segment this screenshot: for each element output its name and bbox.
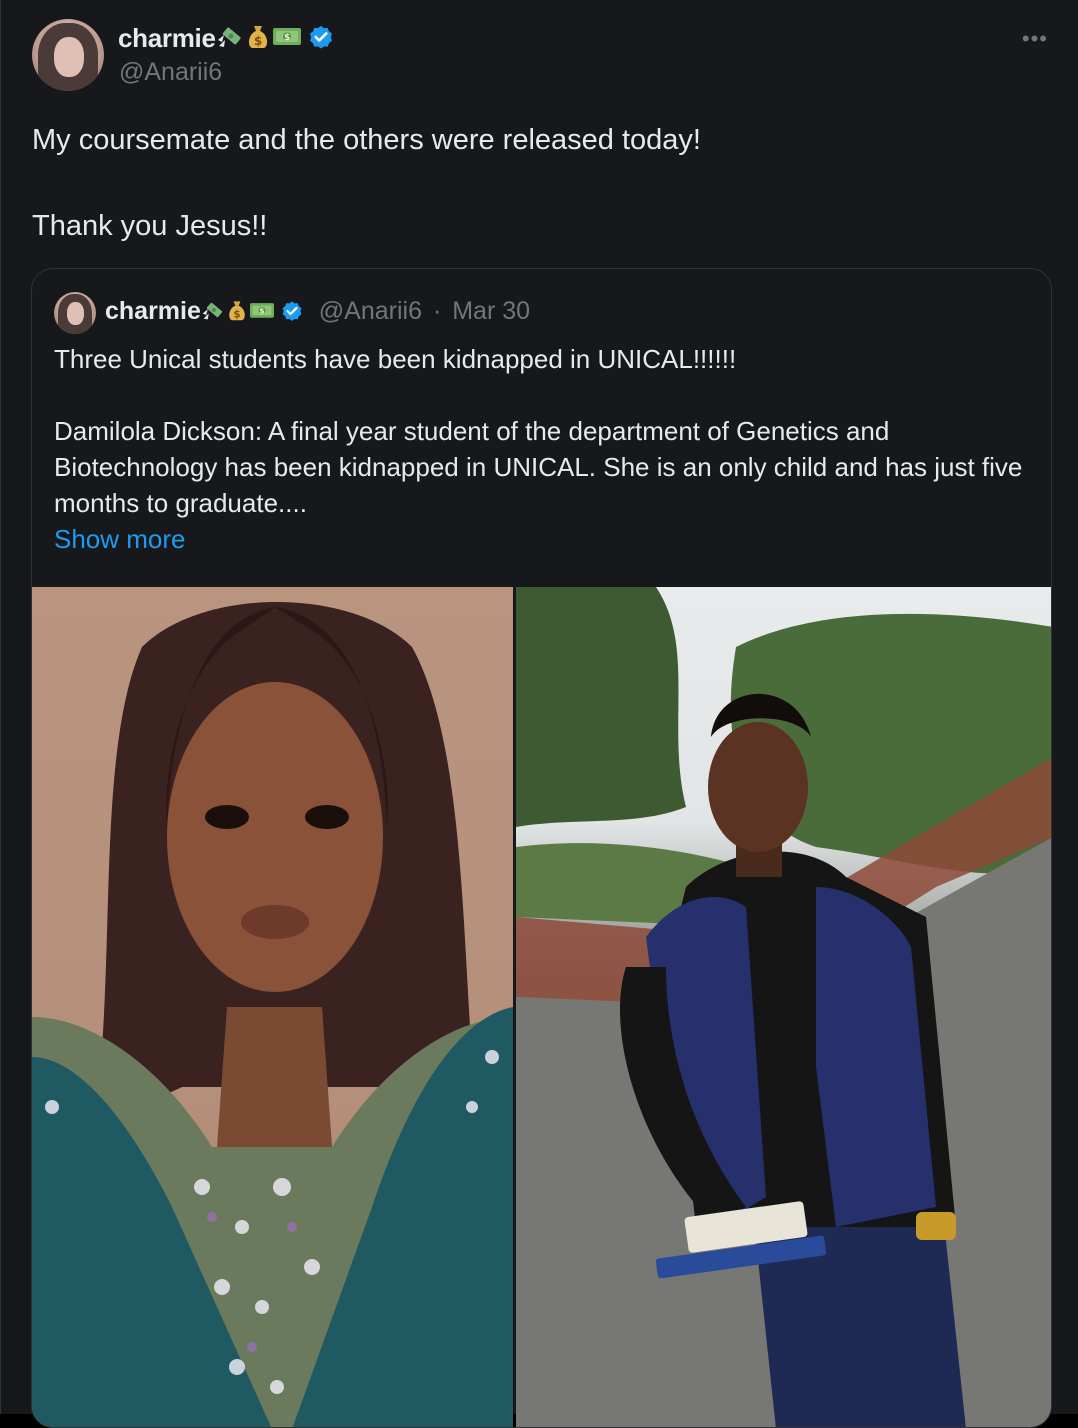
quoted-tweet[interactable]: charmie $ $ @Anarii6 · Mar 30 Three Unic… — [31, 268, 1052, 1428]
quote-display-name[interactable]: charmie — [105, 297, 201, 325]
quote-handle[interactable]: @Anarii6 — [319, 297, 422, 325]
quote-header: charmie $ $ @Anarii6 · Mar 30 — [105, 297, 530, 330]
svg-text:$: $ — [233, 309, 240, 321]
portrait-woman-photo[interactable] — [32, 587, 513, 1427]
quote-body: Damilola Dickson: A final year student o… — [54, 416, 1023, 518]
quote-media[interactable] — [32, 587, 1051, 1427]
tweet-text-line: Thank you Jesus!! — [32, 210, 268, 242]
money-with-wings-icon — [201, 298, 225, 322]
dollar-banknote-icon: $ — [272, 22, 301, 50]
svg-text:$: $ — [259, 306, 264, 315]
money-with-wings-icon — [216, 22, 244, 50]
money-bag-icon: $ — [225, 298, 249, 322]
svg-text:$: $ — [254, 34, 262, 48]
display-name-text: charmie — [118, 23, 216, 53]
tweet-text: My coursemate and the others were releas… — [32, 118, 1032, 248]
tweet-text-line: My coursemate and the others were releas… — [32, 124, 701, 156]
man-standing-outdoors-photo[interactable] — [516, 587, 1051, 1427]
quote-date[interactable]: Mar 30 — [452, 297, 530, 325]
tweet-card: charmie $ $ @Anarii6 ••• My coursemate a… — [0, 0, 1078, 1428]
money-bag-icon: $ — [244, 22, 272, 50]
meta-separator: · — [432, 297, 442, 325]
quote-author-avatar[interactable] — [54, 292, 96, 334]
author-handle[interactable]: @Anarii6 — [119, 58, 222, 87]
avatar-face — [67, 302, 84, 325]
quote-text: Three Unical students have been kidnappe… — [54, 341, 1034, 557]
verified-badge-icon[interactable] — [307, 23, 335, 58]
quote-headline: Three Unical students have been kidnappe… — [54, 344, 737, 374]
avatar-face — [54, 37, 84, 77]
dollar-banknote-icon: $ — [249, 298, 274, 322]
svg-text:$: $ — [284, 33, 290, 43]
author-display-name[interactable]: charmie $ $ — [118, 22, 335, 58]
author-avatar[interactable] — [32, 19, 104, 91]
verified-badge-icon[interactable] — [280, 299, 304, 330]
more-options-icon[interactable]: ••• — [1022, 26, 1048, 52]
show-more-link[interactable]: Show more — [54, 521, 1034, 557]
